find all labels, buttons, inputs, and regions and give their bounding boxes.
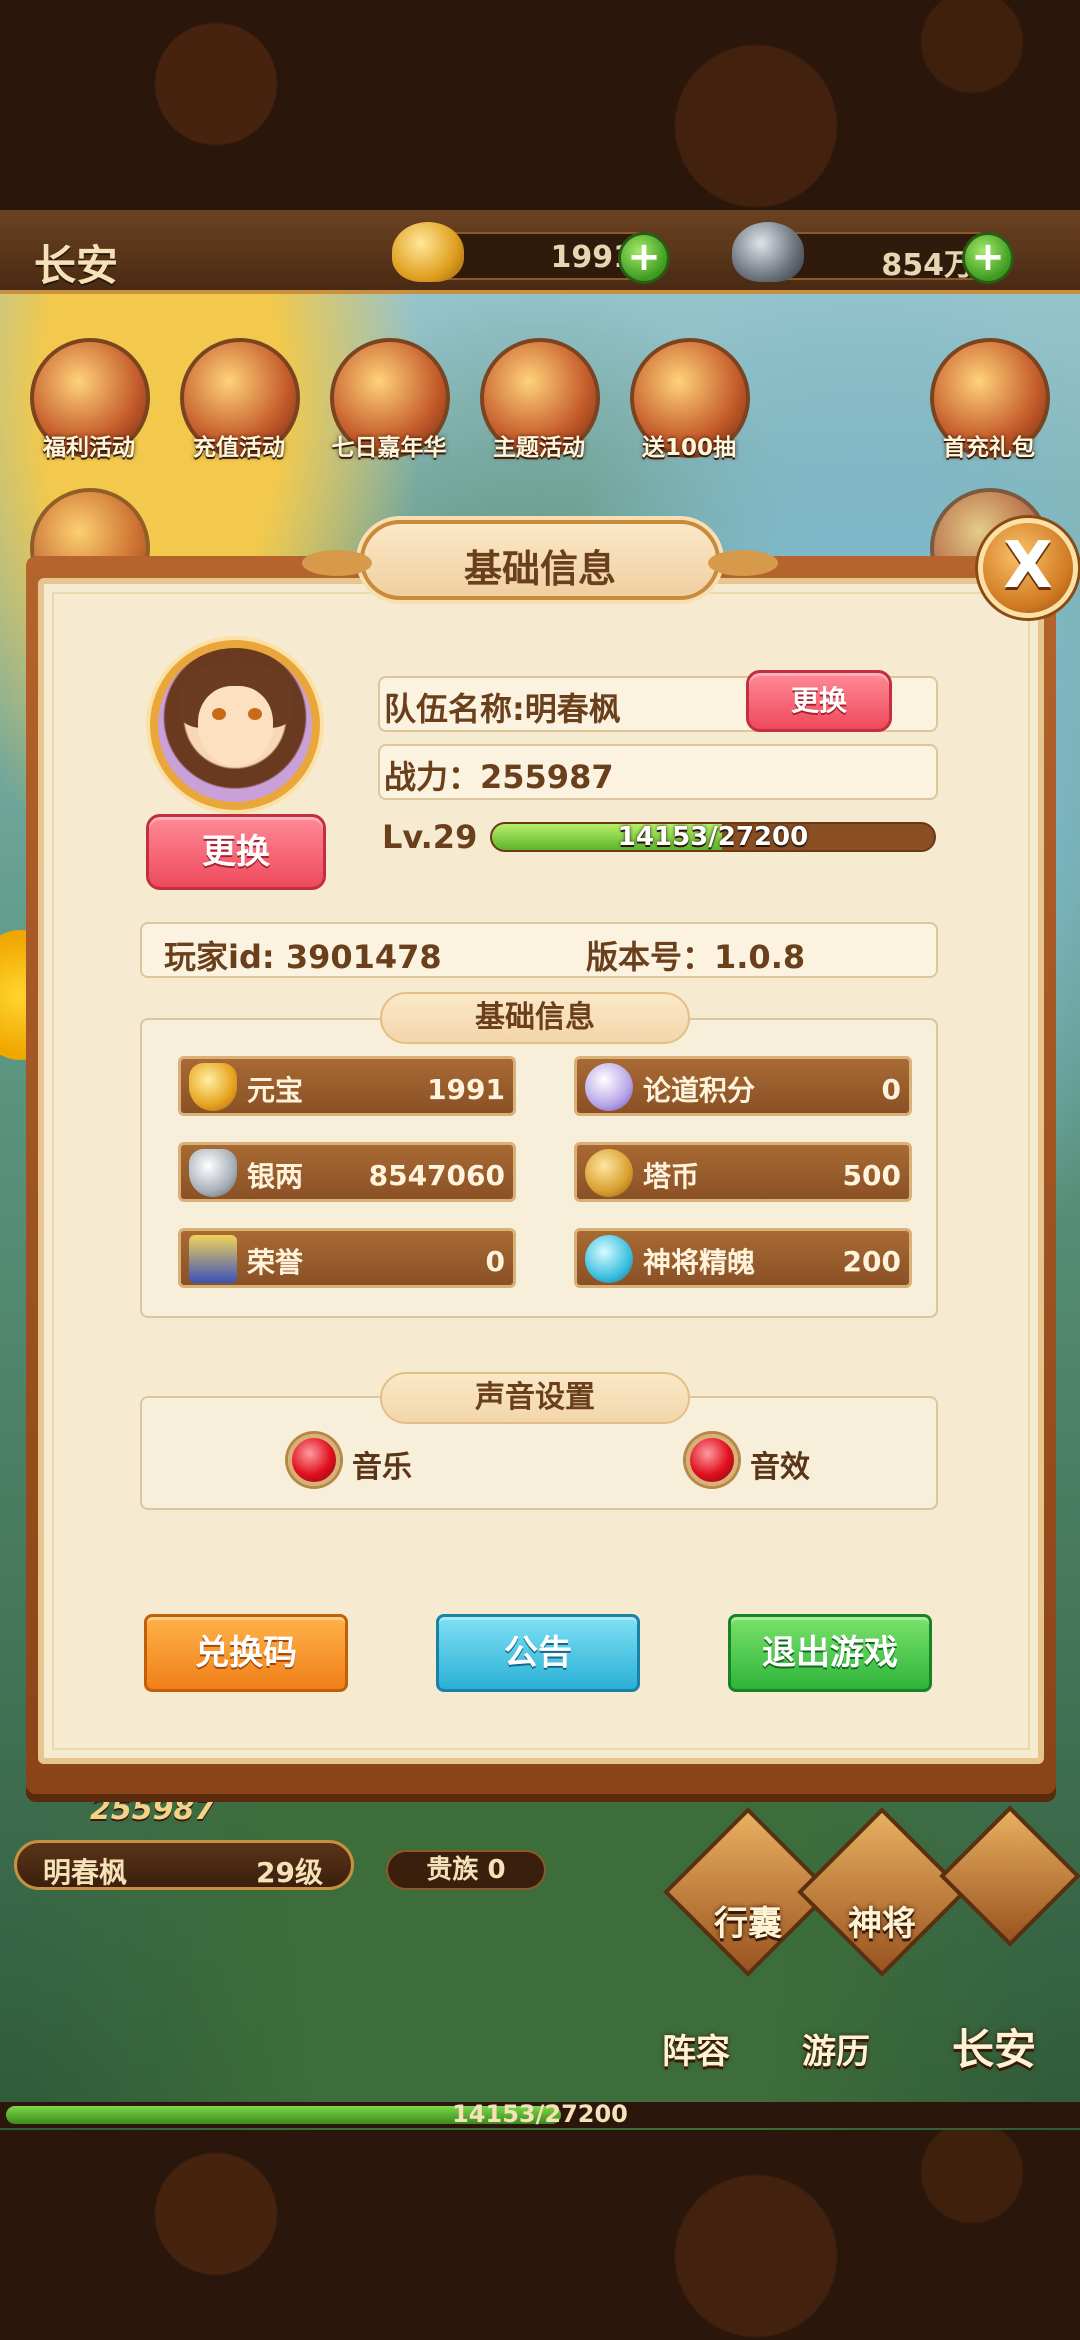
honor-icon (189, 1235, 237, 1283)
level-label: Lv.29 (382, 818, 478, 856)
activity-label: 主题活动 (493, 435, 585, 461)
noble-badge[interactable]: 贵族 0 (386, 1850, 546, 1890)
title-right-ornament (708, 550, 778, 576)
player-level: 29级 (256, 1856, 323, 1889)
close-button[interactable]: X (978, 518, 1078, 618)
resource-row-tower-coin: 塔币 500 (574, 1142, 912, 1202)
music-label: 音乐 (352, 1450, 412, 1485)
player-id: 玩家id: 3901478 (164, 938, 442, 976)
dialog-title: 基础信息 (463, 547, 616, 591)
resource-value: 500 (842, 1159, 901, 1192)
activity-label: 充值活动 (193, 435, 285, 461)
player-namebar[interactable]: 明春枫 29级 (14, 1840, 354, 1890)
avatar-eye (248, 708, 262, 720)
gold-ingot-icon (392, 222, 464, 282)
bag-button-label: 行囊 (714, 1904, 782, 1944)
resource-value: 200 (842, 1245, 901, 1278)
version: 版本号：1.0.8 (586, 938, 806, 976)
general-soul-icon (585, 1235, 633, 1283)
hud-exp-bar: 14153/27200 (0, 2100, 1080, 2128)
resource-row-dao-points: 论道积分 0 (574, 1056, 912, 1116)
sound-section-title: 声音设置 (380, 1372, 690, 1424)
resource-name: 神将精魄 (643, 1246, 756, 1279)
resource-name: 荣誉 (247, 1246, 304, 1279)
resource-row-general-soul: 神将精魄 200 (574, 1228, 912, 1288)
resource-row-silver: 银两 8547060 (178, 1142, 516, 1202)
lineup-button[interactable]: 阵容 (626, 2024, 766, 2073)
activity-label: 首充礼包 (943, 435, 1035, 461)
title-left-ornament (302, 550, 372, 576)
avatar-eye (212, 708, 226, 720)
resource-name: 元宝 (247, 1074, 304, 1107)
bottom-decor-band (0, 2130, 1080, 2340)
power-box: 战力：255987 (378, 744, 938, 800)
notice-button[interactable]: 公告 (436, 1614, 640, 1692)
resource-row-gold: 元宝 1991 (178, 1056, 516, 1116)
team-name: 队伍名称:明春枫 (384, 690, 621, 728)
resource-value: 0 (485, 1245, 505, 1278)
dialog-title-plate: 基础信息 (302, 520, 778, 600)
change-avatar-button[interactable]: 更换 (146, 814, 326, 890)
add-gold-button[interactable]: + (618, 232, 670, 284)
generals-button-label: 神将 (848, 1904, 916, 1944)
player-name: 明春枫 (43, 1856, 128, 1889)
exp-text: 14153/27200 (617, 822, 809, 852)
hud-exp-text: 14153/27200 (452, 2100, 628, 2128)
music-toggle[interactable] (288, 1434, 340, 1486)
gold-ingot-icon (189, 1063, 237, 1111)
resource-name: 银两 (247, 1160, 304, 1193)
travel-button[interactable]: 游历 (766, 2024, 906, 2073)
activity-label: 七日嘉年华 (331, 435, 447, 461)
resource-value: 1991 (427, 1073, 505, 1106)
silver-value: 854万 (881, 248, 974, 283)
power-value: 战力：255987 (384, 758, 614, 796)
resource-row-honor: 荣誉 0 (178, 1228, 516, 1288)
city-button[interactable]: 长安 (924, 2016, 1064, 2077)
city-name: 长安 (34, 241, 119, 290)
avatar-face (198, 686, 273, 766)
resource-value: 8547060 (368, 1159, 505, 1192)
resource-name: 塔币 (643, 1160, 700, 1193)
silver-ingot-icon (732, 222, 804, 282)
activity-label: 福利活动 (43, 435, 135, 461)
exit-game-button[interactable]: 退出游戏 (728, 1614, 932, 1692)
top-decor-band (0, 0, 1080, 210)
redeem-code-button[interactable]: 兑换码 (144, 1614, 348, 1692)
resource-name: 论道积分 (643, 1074, 756, 1107)
dao-points-icon (585, 1063, 633, 1111)
player-avatar[interactable] (150, 640, 320, 810)
resource-topbar: 长安 1991 + 854万 + (0, 210, 1080, 294)
exp-bar: 14153/27200 (490, 822, 936, 852)
tower-coin-icon (585, 1149, 633, 1197)
resources-section-title: 基础信息 (380, 992, 690, 1044)
silver-ingot-icon (189, 1149, 237, 1197)
resource-value: 0 (881, 1073, 901, 1106)
change-team-name-button[interactable]: 更换 (746, 670, 892, 732)
activity-label: 送100抽 (641, 435, 736, 461)
hud-power: 255987 (90, 1792, 216, 1827)
sfx-toggle[interactable] (686, 1434, 738, 1486)
sfx-label: 音效 (750, 1450, 810, 1485)
add-silver-button[interactable]: + (962, 232, 1014, 284)
player-id-box: 玩家id: 3901478 版本号：1.0.8 (140, 922, 938, 978)
